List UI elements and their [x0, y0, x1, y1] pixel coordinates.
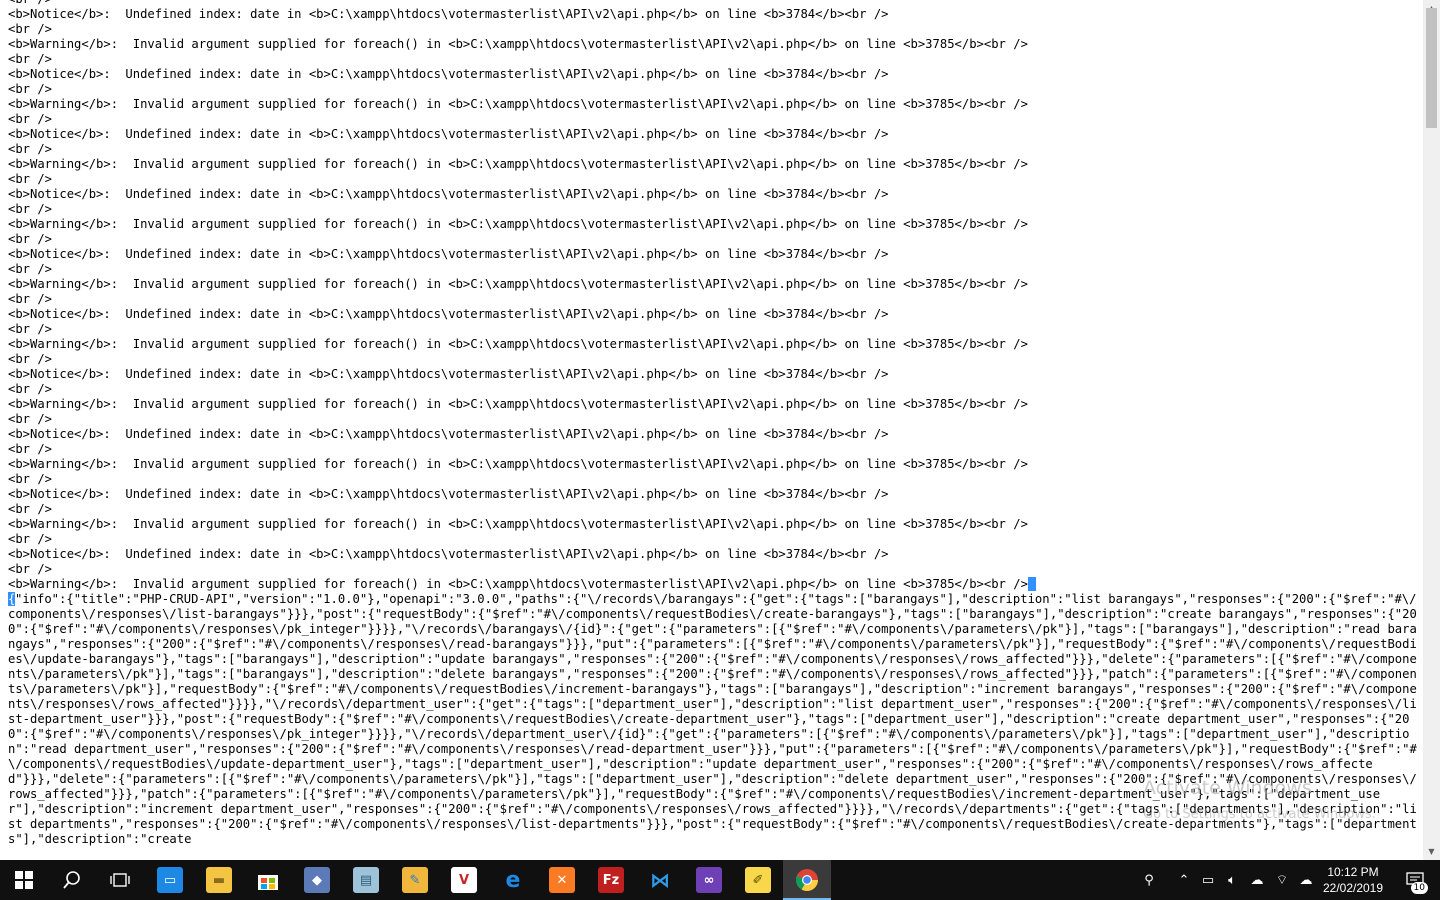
log-line: <br />: [8, 0, 1418, 7]
log-line: <br />: [8, 292, 53, 306]
log-line: <b>Warning</b>: Invalid argument supplie…: [8, 337, 1028, 351]
log-line: <b>Notice</b>: Undefined index: date in …: [8, 427, 889, 441]
log-line: <br />: [8, 562, 53, 576]
response-text: <br /><b>Notice</b>: Undefined index: da…: [0, 0, 1418, 847]
windows-logo-icon: [15, 871, 33, 889]
pencil-app-icon: ✐: [745, 867, 771, 893]
log-line: <br />: [8, 82, 53, 96]
log-line: <b>Notice</b>: Undefined index: date in …: [8, 7, 889, 21]
volume-icon[interactable]: 🔈︎: [1220, 860, 1244, 900]
log-line: <br />: [8, 472, 53, 486]
log-line: <b>Warning</b>: Invalid argument supplie…: [8, 37, 1028, 51]
network-tool-icon: ◆: [304, 867, 330, 893]
edge-icon: e: [505, 867, 521, 893]
taskbar: ▭ ▬ ◆ ▤ ✎ V e ✕ Fz ⋈ ∞ ✐ ⚲ ⌃ ▭ 🔈︎ ☁ ⌔ ☁ …: [0, 860, 1440, 900]
task-view-icon: [110, 873, 130, 887]
log-line: <b>Notice</b>: Undefined index: date in …: [8, 127, 889, 141]
log-line: <b>Warning</b>: Invalid argument supplie…: [8, 97, 1028, 111]
search-icon: [63, 871, 80, 889]
taskbar-vscode[interactable]: ⋈: [636, 860, 684, 900]
log-line: <b>Notice</b>: Undefined index: date in …: [8, 247, 889, 261]
visual-studio-icon: ∞: [696, 867, 722, 893]
log-line: <br />: [8, 532, 53, 546]
taskbar-notepad[interactable]: ▤: [342, 860, 390, 900]
task-view-button[interactable]: [96, 860, 144, 900]
chrome-icon: [795, 869, 818, 891]
log-line: <b>Warning</b>: Invalid argument supplie…: [8, 217, 1028, 231]
log-line: <b>Warning</b>: Invalid argument supplie…: [8, 457, 1028, 471]
scroll-down-arrow-icon[interactable]: ▼: [1423, 843, 1440, 860]
notepad-icon: ▤: [353, 867, 379, 893]
log-line: <br />: [8, 172, 53, 186]
log-line: <b>Warning</b>: Invalid argument supplie…: [8, 277, 1028, 291]
log-line: <b>Notice</b>: Undefined index: date in …: [8, 487, 889, 501]
log-line: <br />: [8, 232, 53, 246]
log-line: <b>Notice</b>: Undefined index: date in …: [8, 67, 889, 81]
taskbar-store[interactable]: [244, 860, 292, 900]
log-line: <b>Notice</b>: Undefined index: date in …: [8, 307, 889, 321]
log-line: <br />: [8, 322, 53, 336]
json-response: {"info":{"title":"PHP-CRUD-API","version…: [8, 592, 1418, 847]
people-icon[interactable]: ⚲: [1137, 860, 1161, 900]
log-line: <b>Notice</b>: Undefined index: date in …: [8, 367, 889, 381]
vector-app-icon: V: [451, 867, 477, 893]
text-selection-start: {: [8, 592, 16, 606]
taskbar-edge[interactable]: e: [489, 860, 537, 900]
clock-time: 10:12 PM: [1327, 865, 1379, 879]
log-line: <br />: [8, 352, 53, 366]
taskbar-paint[interactable]: ✎: [391, 860, 439, 900]
log-line: <b>Warning</b>: Invalid argument supplie…: [8, 397, 1028, 411]
taskbar-visual-studio[interactable]: ∞: [685, 860, 733, 900]
filezilla-icon: Fz: [598, 867, 624, 893]
show-hidden-icons-icon[interactable]: ⌃: [1172, 860, 1196, 900]
log-line: <b>Warning</b>: Invalid argument supplie…: [8, 517, 1028, 531]
browser-viewport[interactable]: <br /><b>Notice</b>: Undefined index: da…: [0, 0, 1423, 860]
store-icon: [258, 875, 278, 890]
taskbar-xampp[interactable]: ✕: [538, 860, 586, 900]
paint-icon: ✎: [402, 867, 428, 893]
taskbar-network-tool[interactable]: ◆: [293, 860, 341, 900]
log-line: <b>Notice</b>: Undefined index: date in …: [8, 187, 889, 201]
log-line: <br />: [8, 22, 53, 36]
taskbar-file-explorer[interactable]: ▬: [195, 860, 243, 900]
notification-count-badge: 10: [1410, 882, 1428, 894]
log-line: <br />: [8, 202, 53, 216]
log-line: <b>Notice</b>: Undefined index: date in …: [8, 547, 889, 561]
scroll-thumb[interactable]: [1426, 8, 1437, 128]
log-line: <br />: [8, 262, 53, 276]
clock[interactable]: 10:12 PM 22/02/2019: [1318, 864, 1388, 896]
log-line: <br />: [8, 382, 53, 396]
log-line: <br />: [8, 142, 53, 156]
log-line: <br />: [8, 502, 53, 516]
taskbar-vector-app[interactable]: V: [440, 860, 488, 900]
start-button[interactable]: [0, 860, 48, 900]
taskbar-chrome[interactable]: [783, 860, 831, 900]
taskbar-remote-desktop[interactable]: ▭: [146, 860, 194, 900]
log-line-last-text: <b>Warning</b>: Invalid argument supplie…: [8, 577, 1028, 591]
log-line: <br />: [8, 442, 53, 456]
json-body: "info":{"title":"PHP-CRUD-API","version"…: [8, 592, 1417, 846]
cloud-sync-icon[interactable]: ☁: [1294, 860, 1318, 900]
file-explorer-icon: ▬: [206, 867, 232, 893]
battery-icon[interactable]: ▭: [1196, 860, 1220, 900]
taskbar-filezilla[interactable]: Fz: [587, 860, 635, 900]
log-line: <b>Warning</b>: Invalid argument supplie…: [8, 157, 1028, 171]
wifi-icon[interactable]: ⌔: [1270, 860, 1294, 900]
clock-date: 22/02/2019: [1322, 881, 1384, 895]
vscode-icon: ⋈: [650, 868, 670, 892]
onedrive-icon[interactable]: ☁: [1245, 860, 1269, 900]
text-selection-highlight: [1027, 577, 1036, 591]
log-line: <br />: [8, 52, 53, 66]
xampp-icon: ✕: [549, 867, 575, 893]
log-line: <br />: [8, 412, 53, 426]
remote-desktop-icon: ▭: [157, 867, 183, 893]
taskbar-pencil-app[interactable]: ✐: [734, 860, 782, 900]
log-line: <br />: [8, 112, 53, 126]
vertical-scrollbar[interactable]: ▲ ▼: [1423, 0, 1440, 860]
action-center-button[interactable]: 10: [1390, 860, 1440, 900]
log-line-last: <b>Warning</b>: Invalid argument supplie…: [8, 577, 1418, 592]
search-button[interactable]: [48, 860, 96, 900]
